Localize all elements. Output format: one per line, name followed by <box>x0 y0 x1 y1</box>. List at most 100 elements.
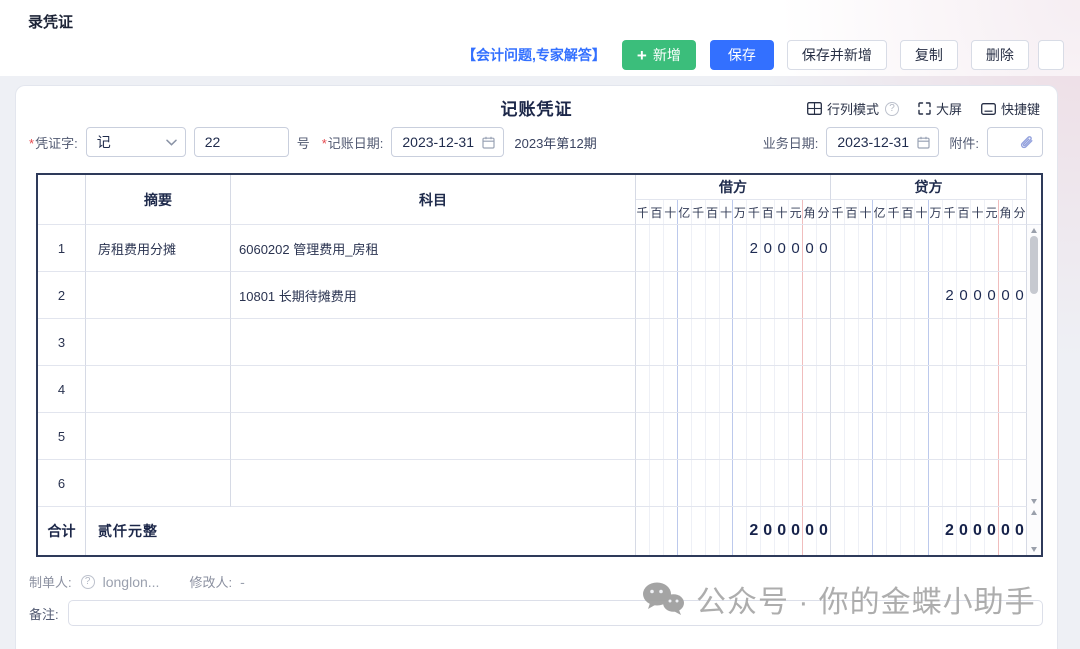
digit-cell <box>817 460 830 506</box>
digit-cell <box>915 507 929 555</box>
remark-input[interactable] <box>68 600 1043 626</box>
digit-cell: 千 <box>831 200 845 224</box>
digit-cell: 百 <box>901 200 915 224</box>
row-number-cell[interactable]: 1 <box>38 225 86 272</box>
summary-cell[interactable] <box>86 319 231 366</box>
digit-cell <box>943 366 957 412</box>
scroll-down-arrow-icon[interactable] <box>1031 499 1037 504</box>
voucher-panel: 记账凭证 行列模式 ? 大屏 快捷键 *凭证字: 记 <box>15 85 1058 649</box>
digit-cell <box>845 225 859 271</box>
delete-button[interactable]: 删除 <box>971 40 1029 70</box>
digit-cell: 十 <box>915 200 929 224</box>
summary-cell[interactable] <box>86 413 231 460</box>
row-number-cell[interactable]: 6 <box>38 460 86 507</box>
digit-cell <box>859 272 873 318</box>
copy-button[interactable]: 复制 <box>900 40 958 70</box>
credit-amount-cell[interactable] <box>831 460 1027 507</box>
digit-cell <box>817 319 830 365</box>
account-cell[interactable]: 6060202 管理费用_房租 <box>231 225 636 272</box>
big-screen-button[interactable]: 大屏 <box>918 99 962 118</box>
voucher-word-select[interactable]: 记 <box>86 127 186 157</box>
digit-cell <box>831 225 845 271</box>
digit-cell <box>887 319 901 365</box>
digit-cell: 0 <box>971 272 985 318</box>
digit-cell <box>873 507 887 555</box>
digit-cell <box>720 413 734 459</box>
account-cell[interactable] <box>231 413 636 460</box>
digit-cell <box>859 460 873 506</box>
attachment-box[interactable] <box>987 127 1043 157</box>
row-number-cell[interactable]: 4 <box>38 366 86 413</box>
row-mode-toggle[interactable]: 行列模式 ? <box>807 99 899 118</box>
digit-cell <box>957 413 971 459</box>
digit-cell <box>887 225 901 271</box>
required-asterisk: * <box>29 136 34 151</box>
scrollbar-thumb[interactable] <box>1030 236 1038 294</box>
big-screen-icon <box>918 102 931 115</box>
row-number-cell[interactable]: 5 <box>38 413 86 460</box>
question-circle-icon[interactable]: ? <box>81 575 95 589</box>
biz-date-input[interactable]: 2023-12-31 <box>826 127 939 157</box>
digit-cell <box>720 272 734 318</box>
account-cell[interactable] <box>231 460 636 507</box>
debit-amount-cell[interactable] <box>636 413 831 460</box>
shortcuts-button[interactable]: 快捷键 <box>981 99 1040 118</box>
digit-cell: 分 <box>1013 200 1026 224</box>
summary-cell[interactable] <box>86 366 231 413</box>
debit-amount-cell[interactable] <box>636 366 831 413</box>
digit-cell <box>831 507 845 555</box>
digit-cell <box>943 319 957 365</box>
debit-amount-cell[interactable] <box>636 460 831 507</box>
digit-cell <box>692 319 706 365</box>
digit-cell <box>789 460 803 506</box>
account-cell[interactable]: 10801 长期待摊费用 <box>231 272 636 319</box>
summary-cell[interactable] <box>86 460 231 507</box>
digit-cell: 0 <box>789 507 803 555</box>
row-number-cell[interactable]: 2 <box>38 272 86 319</box>
add-button[interactable]: + 新增 <box>622 40 696 70</box>
total-row-scrollbar[interactable] <box>1027 507 1041 555</box>
debit-amount-cell[interactable] <box>636 319 831 366</box>
digit-cell <box>761 460 775 506</box>
digit-cell <box>706 507 720 555</box>
digit-cell <box>803 319 817 365</box>
summary-cell[interactable] <box>86 272 231 319</box>
digit-cell <box>650 413 664 459</box>
scrollbar-track[interactable] <box>1030 233 1038 499</box>
table-scrollbar[interactable] <box>1027 225 1041 507</box>
expert-help-link[interactable]: 【会计问题,专家解答】 <box>462 45 606 65</box>
question-circle-icon[interactable]: ? <box>885 102 899 116</box>
scroll-down-arrow-icon[interactable] <box>1031 547 1037 552</box>
account-cell[interactable] <box>231 366 636 413</box>
credit-amount-cell[interactable]: 200000 <box>831 272 1027 319</box>
credit-amount-cell[interactable] <box>831 413 1027 460</box>
digit-cell <box>901 366 915 412</box>
debit-amount-cell[interactable] <box>636 272 831 319</box>
book-date-input[interactable]: 2023-12-31 <box>391 127 504 157</box>
top-bar: 录凭证 【会计问题,专家解答】 + 新增 保存 保存并新增 复制 删除 <box>0 0 1080 76</box>
save-button[interactable]: 保存 <box>710 40 774 70</box>
digit-cell <box>817 413 830 459</box>
save-and-add-button[interactable]: 保存并新增 <box>787 40 887 70</box>
digit-cell <box>887 507 901 555</box>
digit-cell <box>650 319 664 365</box>
digit-cell <box>985 225 999 271</box>
digit-cell <box>664 272 678 318</box>
digit-cell <box>873 413 887 459</box>
digit-cell: 0 <box>957 507 971 555</box>
digit-cell: 0 <box>789 225 803 271</box>
summary-cell[interactable]: 房租费用分摊 <box>86 225 231 272</box>
credit-amount-cell[interactable] <box>831 225 1027 272</box>
voucher-number-input[interactable] <box>194 127 289 157</box>
account-cell[interactable] <box>231 319 636 366</box>
digit-cell <box>720 460 734 506</box>
scroll-up-arrow-icon[interactable] <box>1031 510 1037 515</box>
digit-cell: 百 <box>957 200 971 224</box>
row-number-cell[interactable]: 3 <box>38 319 86 366</box>
digit-cell <box>943 225 957 271</box>
credit-amount-cell[interactable] <box>831 366 1027 413</box>
more-button-clipped[interactable] <box>1038 40 1064 70</box>
debit-amount-cell[interactable]: 200000 <box>636 225 831 272</box>
paperclip-icon <box>1018 134 1035 151</box>
credit-amount-cell[interactable] <box>831 319 1027 366</box>
